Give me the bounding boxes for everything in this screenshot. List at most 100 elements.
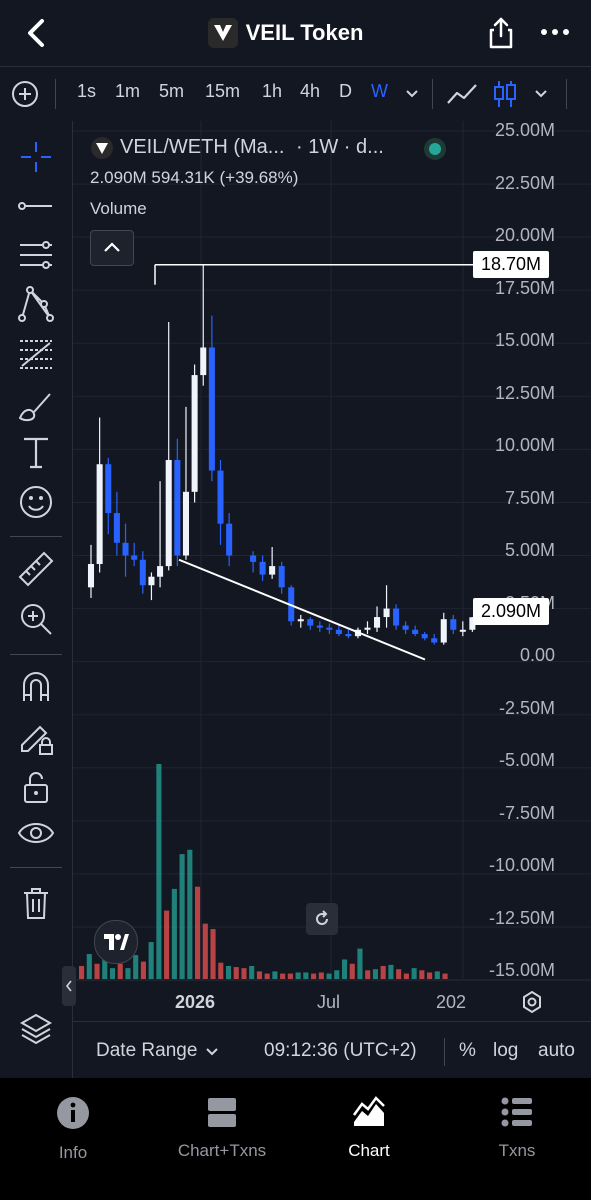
- price-axis-label: 25.00M: [494, 120, 555, 140]
- scroll-left-handle[interactable]: [62, 966, 76, 1006]
- percent-scale-toggle[interactable]: %: [459, 1040, 476, 1062]
- candle-body: [157, 566, 164, 577]
- tab-label: Info: [58, 1143, 88, 1162]
- volume-bar: [264, 973, 270, 979]
- candle-body: [326, 627, 333, 630]
- chart-settings-icon[interactable]: [520, 990, 544, 1014]
- timeframe-5m[interactable]: 5m: [159, 81, 184, 102]
- toolbar-divider: [566, 79, 567, 109]
- price-axis-label: 22.50M: [494, 173, 555, 193]
- volume-bar: [241, 968, 247, 979]
- volume-bar: [311, 973, 317, 979]
- log-scale-toggle[interactable]: log: [493, 1040, 518, 1062]
- volume-bar: [256, 971, 262, 979]
- text-tool-icon[interactable]: [16, 433, 56, 473]
- timeframe-1m[interactable]: 1m: [115, 81, 140, 102]
- volume-bar: [125, 968, 131, 979]
- volume-bar: [403, 973, 409, 979]
- tab-txns[interactable]: Txns: [447, 1096, 587, 1161]
- collapse-legend-button[interactable]: [90, 230, 134, 266]
- candlestick-icon[interactable]: [492, 79, 518, 109]
- candle-body: [174, 459, 181, 556]
- more-options-icon[interactable]: [538, 22, 572, 42]
- tradingview-logo[interactable]: [94, 920, 138, 964]
- volume-bar: [187, 849, 193, 979]
- volume-bar: [272, 971, 278, 979]
- candle-body: [200, 347, 207, 376]
- auto-scale-toggle[interactable]: auto: [538, 1040, 575, 1062]
- volume-bar: [218, 962, 224, 979]
- candle-body: [250, 555, 257, 562]
- volume-bar: [380, 965, 386, 979]
- trash-icon[interactable]: [16, 883, 56, 923]
- time-axis-label: Jul: [317, 992, 341, 1012]
- list-icon: [501, 1097, 532, 1127]
- tab-chart-txns[interactable]: Chart+Txns: [152, 1096, 292, 1161]
- chevron-down-icon[interactable]: [204, 1046, 220, 1058]
- timeframe-D[interactable]: D: [339, 81, 352, 102]
- volume-bar: [388, 964, 394, 979]
- date-range-label: Date Range: [96, 1040, 198, 1061]
- timeframe-1s[interactable]: 1s: [77, 81, 96, 102]
- volume-bar: [349, 963, 355, 979]
- timeframe-15m[interactable]: 15m: [205, 81, 240, 102]
- candle-body: [131, 555, 138, 560]
- candle-body: [307, 619, 314, 626]
- visibility-eye-icon[interactable]: [16, 813, 56, 853]
- line-chart-icon[interactable]: [446, 81, 478, 107]
- page-title: VEIL Token: [245, 20, 364, 45]
- price-axis-label: 0.00: [519, 645, 555, 665]
- info-icon: [57, 1097, 89, 1129]
- ohlc-stats: 2.090M 594.31K (+39.68%): [90, 168, 299, 187]
- chevron-down-icon[interactable]: [533, 88, 549, 100]
- volume-bar: [427, 972, 433, 979]
- measure-ruler-icon[interactable]: [16, 549, 56, 589]
- volume-bar: [210, 929, 216, 979]
- brush-tool-icon[interactable]: [16, 386, 56, 426]
- volume-bar: [79, 965, 85, 979]
- share-icon[interactable]: [486, 16, 516, 50]
- lock-drawings-icon[interactable]: [16, 717, 56, 757]
- timeframe-1h[interactable]: 1h: [262, 81, 282, 102]
- volume-legend[interactable]: Volume: [90, 199, 147, 219]
- chart-icon: [352, 1096, 385, 1126]
- crosshair-icon[interactable]: [16, 137, 56, 177]
- unlock-icon[interactable]: [16, 767, 56, 807]
- chevron-down-icon[interactable]: [404, 88, 420, 100]
- candle-body: [191, 375, 198, 492]
- price-axis-label: 17.50M: [494, 278, 555, 298]
- footer-divider: [444, 1038, 445, 1066]
- tradingview-logo-icon: [104, 934, 129, 950]
- volume-bar: [295, 972, 301, 979]
- timeframe-4h[interactable]: 4h: [300, 81, 320, 102]
- volume-bar: [442, 973, 448, 979]
- zoom-in-icon[interactable]: [16, 599, 56, 639]
- reset-chart-button[interactable]: [306, 903, 338, 935]
- pattern-tool-icon[interactable]: [16, 284, 56, 324]
- volume-bar: [225, 965, 232, 979]
- clock-timezone[interactable]: 09:12:36 (UTC+2): [264, 1040, 417, 1062]
- fibonacci-tool-icon[interactable]: [16, 333, 56, 373]
- magnet-icon[interactable]: [16, 667, 56, 707]
- symbol-legend[interactable]: VEIL/WETH (Ma... · 1W · d...: [91, 136, 384, 159]
- emoji-tool-icon[interactable]: [16, 482, 56, 522]
- add-indicator-icon[interactable]: [11, 80, 39, 108]
- trend-line-tool-icon[interactable]: [16, 186, 56, 226]
- chevron-up-icon: [104, 242, 120, 252]
- tab-label: Txns: [498, 1141, 536, 1160]
- tab-chart[interactable]: Chart: [299, 1096, 439, 1161]
- volume-bar: [434, 971, 440, 979]
- time-axis-label: 2026: [175, 992, 216, 1012]
- candle-body: [148, 576, 155, 586]
- candle-body: [105, 464, 112, 514]
- date-range-button[interactable]: Date Range: [96, 1040, 197, 1062]
- candle-body: [316, 625, 323, 628]
- candle-body: [113, 513, 120, 543]
- horizontal-lines-icon[interactable]: [16, 235, 56, 275]
- candle-body: [421, 634, 428, 639]
- volume-bar: [140, 961, 146, 979]
- tab-info[interactable]: Info: [3, 1096, 143, 1163]
- layers-icon[interactable]: [16, 1009, 56, 1049]
- price-axis-label: 12.50M: [494, 383, 555, 403]
- timeframe-W[interactable]: W: [371, 81, 388, 102]
